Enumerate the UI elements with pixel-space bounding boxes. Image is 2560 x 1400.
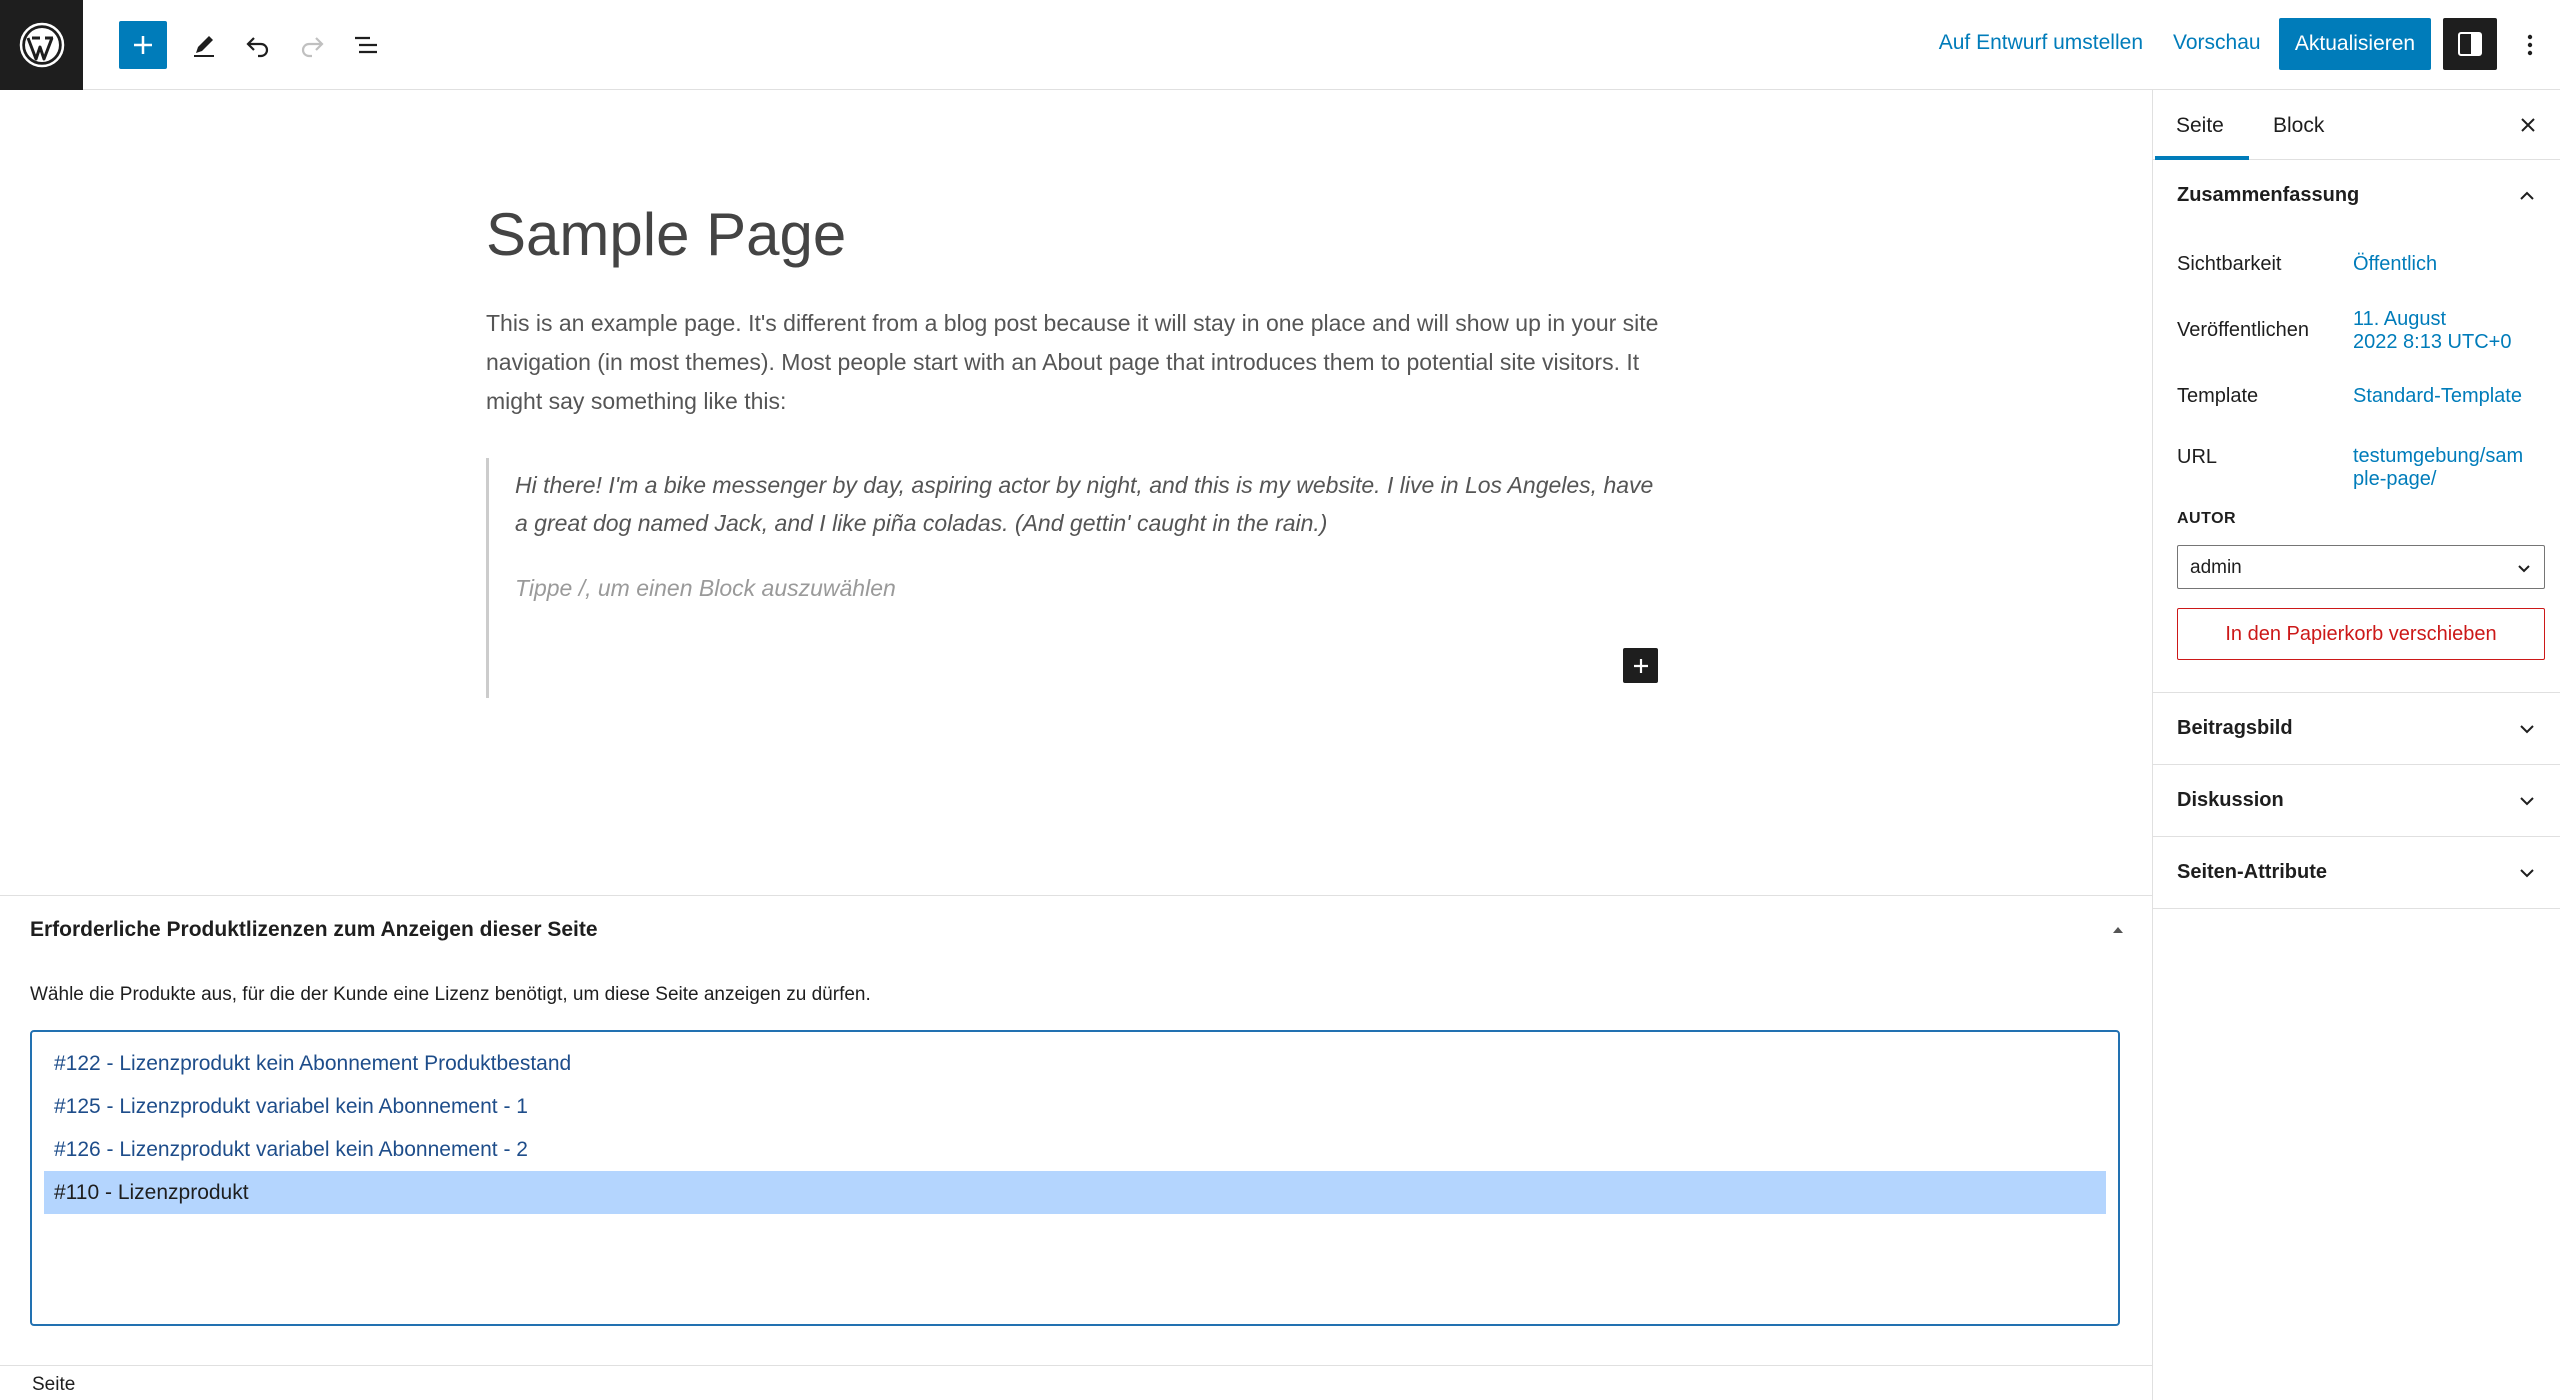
close-sidebar-button[interactable] bbox=[2515, 112, 2541, 138]
template-value-button[interactable]: Standard-Template bbox=[2353, 385, 2543, 408]
product-option[interactable]: #126 - Lizenzprodukt variabel kein Abonn… bbox=[44, 1128, 2106, 1171]
settings-toggle-button[interactable] bbox=[2443, 18, 2497, 70]
plus-icon bbox=[134, 36, 152, 54]
pencil-icon bbox=[194, 36, 214, 57]
inline-add-block-button[interactable] bbox=[1623, 648, 1658, 683]
sidebar-icon bbox=[2458, 32, 2482, 56]
discussion-panel-title: Diskussion bbox=[2177, 789, 2284, 811]
visibility-label: Sichtbarkeit bbox=[2177, 253, 2282, 275]
chevron-down-icon bbox=[2520, 869, 2534, 878]
url-value-button[interactable]: testumgebung/sam ple-page/ bbox=[2353, 445, 2543, 491]
add-block-button[interactable] bbox=[119, 21, 167, 69]
chevron-up-icon bbox=[2520, 191, 2534, 200]
redo-button[interactable] bbox=[288, 21, 336, 69]
chevron-down-icon bbox=[2520, 725, 2534, 734]
publish-label: Veröffentlichen bbox=[2177, 319, 2309, 341]
author-select[interactable]: admin bbox=[2177, 545, 2545, 589]
template-label: Template bbox=[2177, 385, 2259, 407]
product-option[interactable]: #125 - Lizenzprodukt variabel kein Abonn… bbox=[44, 1085, 2106, 1128]
product-option[interactable]: #122 - Lizenzprodukt kein Abonnement Pro… bbox=[44, 1042, 2106, 1085]
close-icon bbox=[2521, 118, 2535, 132]
visibility-value-button[interactable]: Öffentlich bbox=[2353, 253, 2543, 276]
undo-icon bbox=[246, 37, 269, 58]
quote-text[interactable]: Hi there! I'm a bike messenger by day, a… bbox=[515, 458, 1666, 542]
discussion-panel-toggle[interactable]: Diskussion bbox=[2153, 765, 2560, 837]
metabox-title: Erforderliche Produktlizenzen zum Anzeig… bbox=[30, 918, 598, 941]
switch-to-draft-button[interactable]: Auf Entwurf umstellen bbox=[1939, 31, 2143, 55]
tab-block[interactable]: Block bbox=[2273, 114, 2324, 138]
redo-icon bbox=[301, 37, 324, 58]
update-button[interactable]: Aktualisieren bbox=[2279, 18, 2431, 70]
author-label: AUTOR bbox=[2177, 510, 2237, 527]
quote-block[interactable]: Hi there! I'm a bike messenger by day, a… bbox=[486, 458, 1666, 698]
tab-page[interactable]: Seite bbox=[2176, 114, 2224, 138]
publish-date-line: 11. August bbox=[2353, 308, 2447, 330]
document-overview-button[interactable] bbox=[342, 21, 390, 69]
move-to-trash-button[interactable]: In den Papierkorb verschieben bbox=[2177, 608, 2545, 660]
paragraph-block[interactable]: This is an example page. It's different … bbox=[486, 304, 1666, 421]
sidebar-tabs: Seite Block bbox=[2153, 90, 2560, 160]
chevron-down-icon bbox=[2518, 565, 2530, 573]
page-title[interactable]: Sample Page bbox=[486, 200, 846, 269]
metabox-collapse-button[interactable] bbox=[2108, 922, 2128, 938]
options-button[interactable] bbox=[2510, 21, 2550, 69]
url-label: URL bbox=[2177, 446, 2218, 468]
product-multiselect[interactable]: #122 - Lizenzprodukt kein Abonnement Pro… bbox=[30, 1030, 2120, 1326]
metabox-description: Wähle die Produkte aus, für die der Kund… bbox=[30, 984, 871, 1005]
undo-button[interactable] bbox=[234, 21, 282, 69]
more-vertical-icon bbox=[2527, 34, 2533, 56]
featured-image-panel-toggle[interactable]: Beitragsbild bbox=[2153, 693, 2560, 765]
summary-panel-toggle[interactable]: Zusammenfassung bbox=[2153, 160, 2560, 232]
wordpress-logo-icon[interactable] bbox=[0, 0, 83, 90]
url-line: ple-page/ bbox=[2353, 468, 2437, 490]
editor-canvas: Sample Page This is an example page. It'… bbox=[0, 90, 2152, 895]
settings-sidebar: Seite Block Zusammenfassung Sichtbarkeit… bbox=[2152, 90, 2560, 1400]
block-placeholder[interactable]: Tippe /, um einen Block auszuwählen bbox=[515, 575, 1666, 602]
page-attributes-panel-toggle[interactable]: Seiten-Attribute bbox=[2153, 837, 2560, 909]
wordpress-w-icon bbox=[19, 22, 64, 68]
featured-image-panel-title: Beitragsbild bbox=[2177, 717, 2293, 739]
chevron-down-icon bbox=[2520, 797, 2534, 806]
url-line: testumgebung/sam bbox=[2353, 445, 2524, 467]
product-licenses-metabox: Erforderliche Produktlizenzen zum Anzeig… bbox=[0, 895, 2152, 1365]
publish-date-button[interactable]: 11. August 2022 8:13 UTC+0 bbox=[2353, 308, 2543, 354]
list-view-icon bbox=[355, 36, 377, 54]
author-selected-value: admin bbox=[2190, 557, 2242, 578]
triangle-up-icon bbox=[2113, 927, 2123, 933]
block-breadcrumb-bar: Seite bbox=[0, 1365, 2152, 1400]
page-attributes-panel-title: Seiten-Attribute bbox=[2177, 861, 2327, 883]
plus-icon bbox=[1633, 658, 1648, 673]
tools-button[interactable] bbox=[180, 21, 228, 69]
breadcrumb-item[interactable]: Seite bbox=[32, 1374, 75, 1396]
publish-time-line: 2022 8:13 UTC+0 bbox=[2353, 331, 2512, 353]
product-option-selected[interactable]: #110 - Lizenzprodukt bbox=[44, 1171, 2106, 1214]
editor-header: Auf Entwurf umstellen Vorschau Aktualisi… bbox=[0, 0, 2560, 90]
summary-panel-title: Zusammenfassung bbox=[2177, 184, 2360, 206]
preview-button[interactable]: Vorschau bbox=[2173, 31, 2261, 55]
